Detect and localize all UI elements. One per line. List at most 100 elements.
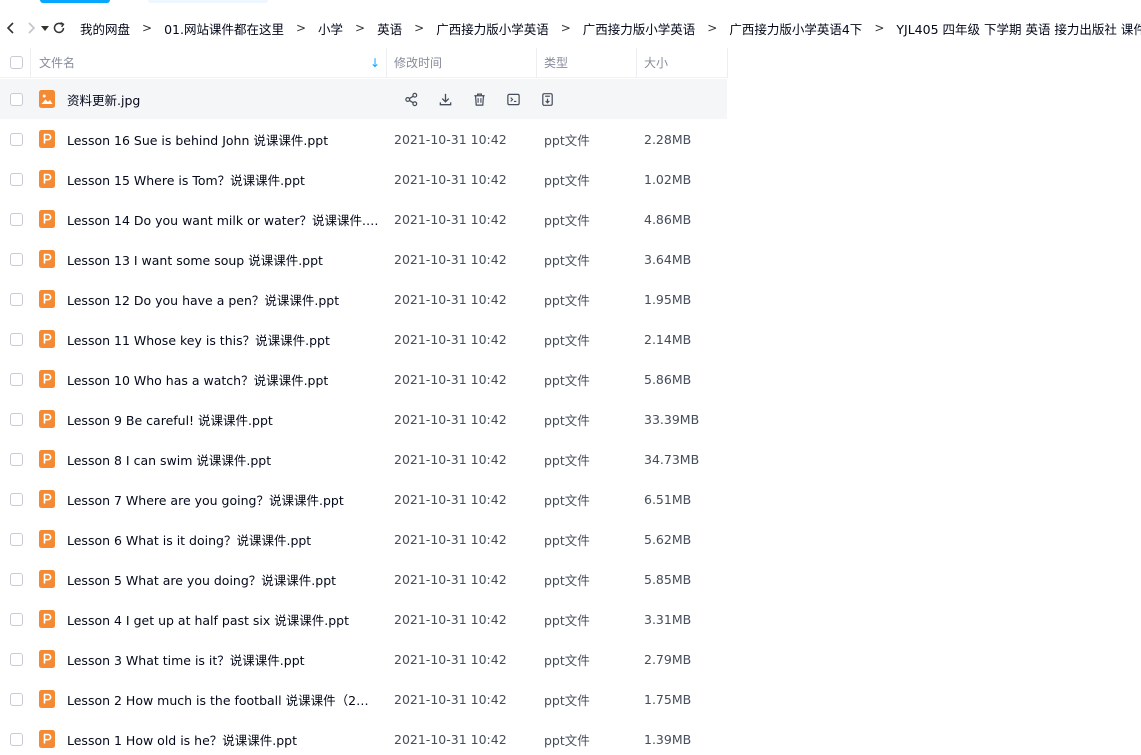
breadcrumb-item[interactable]: 英语 bbox=[375, 19, 404, 38]
file-name[interactable]: Lesson 5 What are you doing？说课课件.ppt bbox=[67, 570, 336, 589]
row-checkbox[interactable] bbox=[10, 372, 23, 386]
select-all-checkbox[interactable] bbox=[10, 56, 23, 69]
table-row[interactable]: Lesson 8 I can swim 说课课件.ppt 2021-10-31 1… bbox=[0, 439, 727, 479]
row-name-cell[interactable]: Lesson 8 I can swim 说课课件.ppt bbox=[30, 439, 386, 479]
table-row[interactable]: Lesson 1 How old is he？说课课件.ppt 2021-10-3… bbox=[0, 719, 727, 755]
row-name-cell[interactable]: Lesson 15 Where is Tom？说课课件.ppt bbox=[30, 159, 386, 199]
file-name[interactable]: Lesson 11 Whose key is this？说课课件.ppt bbox=[67, 330, 330, 349]
breadcrumb-item[interactable]: 我的网盘 bbox=[78, 19, 132, 38]
refresh-button[interactable] bbox=[52, 14, 66, 42]
row-name-cell[interactable]: Lesson 12 Do you have a pen？说课课件.ppt bbox=[30, 279, 386, 319]
delete-button[interactable] bbox=[462, 89, 496, 109]
file-name[interactable]: Lesson 13 I want some soup 说课课件.ppt bbox=[67, 250, 323, 269]
row-checkbox[interactable] bbox=[10, 132, 23, 146]
row-time-cell: 2021-10-31 10:42 bbox=[386, 159, 536, 199]
row-checkbox[interactable] bbox=[10, 452, 23, 466]
file-name[interactable]: Lesson 4 I get up at half past six 说课课件.… bbox=[67, 610, 349, 629]
forward-button[interactable] bbox=[24, 14, 38, 42]
arrow-down-icon[interactable]: ↓ bbox=[370, 56, 380, 70]
row-checkbox[interactable] bbox=[10, 172, 23, 186]
row-check-cell bbox=[0, 239, 30, 279]
table-row[interactable]: Lesson 13 I want some soup 说课课件.ppt 2021-… bbox=[0, 239, 727, 279]
row-name-cell[interactable]: Lesson 6 What is it doing？说课课件.ppt bbox=[30, 519, 386, 559]
delete-icon bbox=[473, 93, 485, 106]
history-dropdown-button[interactable] bbox=[38, 14, 52, 42]
table-row-hovered[interactable]: 资料更新.jpg bbox=[0, 79, 727, 119]
row-checkbox[interactable] bbox=[10, 92, 23, 106]
file-name[interactable]: Lesson 3 What time is it？说课课件.ppt bbox=[67, 650, 305, 669]
row-checkbox[interactable] bbox=[10, 212, 23, 226]
table-row[interactable]: Lesson 2 How much is the football 说课课件（2… bbox=[0, 679, 727, 719]
open-button[interactable] bbox=[496, 89, 530, 109]
file-name[interactable]: Lesson 1 How old is he？说课课件.ppt bbox=[67, 730, 297, 749]
table-row[interactable]: Lesson 11 Whose key is this？说课课件.ppt 2021… bbox=[0, 319, 727, 359]
breadcrumb-item[interactable]: 01.网站课件都在这里 bbox=[162, 19, 286, 38]
column-header-time[interactable]: 修改时间 bbox=[386, 47, 536, 78]
table-row[interactable]: Lesson 16 Sue is behind John 说课课件.ppt 202… bbox=[0, 119, 727, 159]
file-name[interactable]: Lesson 8 I can swim 说课课件.ppt bbox=[67, 450, 271, 469]
row-type-cell: ppt文件 bbox=[536, 119, 636, 159]
share-button[interactable] bbox=[394, 89, 428, 109]
download-button[interactable] bbox=[428, 89, 462, 109]
file-name[interactable]: Lesson 9 Be careful! 说课课件.ppt bbox=[67, 410, 273, 429]
row-name-cell[interactable]: Lesson 5 What are you doing？说课课件.ppt bbox=[30, 559, 386, 599]
column-header-size[interactable]: 大小 bbox=[636, 47, 727, 78]
row-name-cell[interactable]: Lesson 16 Sue is behind John 说课课件.ppt bbox=[30, 119, 386, 159]
breadcrumb-item[interactable]: YJL405 四年级 下学期 英语 接力出版社 课件 bbox=[894, 19, 1141, 38]
file-name[interactable]: Lesson 16 Sue is behind John 说课课件.ppt bbox=[67, 130, 328, 149]
file-name[interactable]: Lesson 10 Who has a watch？说课课件.ppt bbox=[67, 370, 328, 389]
table-row[interactable]: Lesson 10 Who has a watch？说课课件.ppt 2021-1… bbox=[0, 359, 727, 399]
row-name-cell[interactable]: Lesson 1 How old is he？说课课件.ppt bbox=[30, 719, 386, 755]
row-name-cell[interactable]: Lesson 7 Where are you going？说课课件.ppt bbox=[30, 479, 386, 519]
file-name[interactable]: Lesson 2 How much is the football 说课课件（2… bbox=[67, 690, 379, 709]
breadcrumb-item[interactable]: 广西接力版小学英语 bbox=[581, 19, 698, 38]
column-header-name[interactable]: 文件名 ↓ bbox=[30, 47, 386, 78]
column-header-type[interactable]: 类型 bbox=[536, 47, 636, 78]
row-checkbox[interactable] bbox=[10, 332, 23, 346]
file-name[interactable]: Lesson 7 Where are you going？说课课件.ppt bbox=[67, 490, 344, 509]
row-name-cell[interactable]: Lesson 2 How much is the football 说课课件（2… bbox=[30, 679, 386, 719]
file-name[interactable]: Lesson 15 Where is Tom？说课课件.ppt bbox=[67, 170, 305, 189]
file-name[interactable]: 资料更新.jpg bbox=[67, 90, 140, 109]
row-checkbox[interactable] bbox=[10, 652, 23, 666]
row-checkbox[interactable] bbox=[10, 572, 23, 586]
row-checkbox[interactable] bbox=[10, 252, 23, 266]
row-checkbox[interactable] bbox=[10, 612, 23, 626]
more-button[interactable] bbox=[530, 89, 564, 109]
file-name[interactable]: Lesson 14 Do you want milk or water？说课课件… bbox=[67, 210, 379, 229]
row-checkbox[interactable] bbox=[10, 532, 23, 546]
row-checkbox[interactable] bbox=[10, 492, 23, 506]
table-row[interactable]: Lesson 4 I get up at half past six 说课课件.… bbox=[0, 599, 727, 639]
breadcrumb-item[interactable]: 广西接力版小学英语4下 bbox=[727, 19, 864, 38]
row-name-cell[interactable]: Lesson 11 Whose key is this？说课课件.ppt bbox=[30, 319, 386, 359]
row-name-cell[interactable]: Lesson 4 I get up at half past six 说课课件.… bbox=[30, 599, 386, 639]
table-row[interactable]: Lesson 3 What time is it？说课课件.ppt 2021-10… bbox=[0, 639, 727, 679]
row-checkbox[interactable] bbox=[10, 412, 23, 426]
row-checkbox[interactable] bbox=[10, 732, 23, 746]
table-row[interactable]: Lesson 14 Do you want milk or water？说课课件… bbox=[0, 199, 727, 239]
row-checkbox[interactable] bbox=[10, 692, 23, 706]
row-name-cell[interactable]: Lesson 14 Do you want milk or water？说课课件… bbox=[30, 199, 386, 239]
row-name-cell[interactable]: Lesson 13 I want some soup 说课课件.ppt bbox=[30, 239, 386, 279]
modified-time: 2021-10-31 10:42 bbox=[394, 731, 507, 747]
table-row[interactable]: Lesson 7 Where are you going？说课课件.ppt 202… bbox=[0, 479, 727, 519]
table-row[interactable]: Lesson 9 Be careful! 说课课件.ppt 2021-10-31 … bbox=[0, 399, 727, 439]
row-name-cell[interactable]: Lesson 3 What time is it？说课课件.ppt bbox=[30, 639, 386, 679]
back-button[interactable] bbox=[4, 14, 18, 42]
row-name-cell[interactable]: 资料更新.jpg bbox=[30, 79, 386, 119]
breadcrumb-item[interactable]: 广西接力版小学英语 bbox=[434, 19, 551, 38]
row-name-cell[interactable]: Lesson 9 Be careful! 说课课件.ppt bbox=[30, 399, 386, 439]
table-row[interactable]: Lesson 5 What are you doing？说课课件.ppt 2021… bbox=[0, 559, 727, 599]
file-name[interactable]: Lesson 12 Do you have a pen？说课课件.ppt bbox=[67, 290, 339, 309]
row-checkbox[interactable] bbox=[10, 292, 23, 306]
table-row[interactable]: Lesson 6 What is it doing？说课课件.ppt 2021-1… bbox=[0, 519, 727, 559]
table-row[interactable]: Lesson 15 Where is Tom？说课课件.ppt 2021-10-3… bbox=[0, 159, 727, 199]
row-name-cell[interactable]: Lesson 10 Who has a watch？说课课件.ppt bbox=[30, 359, 386, 399]
table-row[interactable]: Lesson 12 Do you have a pen？说课课件.ppt 2021… bbox=[0, 279, 727, 319]
select-all-cell bbox=[0, 48, 30, 78]
modified-time: 2021-10-31 10:42 bbox=[394, 651, 507, 667]
file-type: ppt文件 bbox=[544, 732, 590, 748]
file-name[interactable]: Lesson 6 What is it doing？说课课件.ppt bbox=[67, 530, 311, 549]
modified-time: 2021-10-31 10:42 bbox=[394, 411, 507, 427]
breadcrumb-item[interactable]: 小学 bbox=[316, 19, 345, 38]
